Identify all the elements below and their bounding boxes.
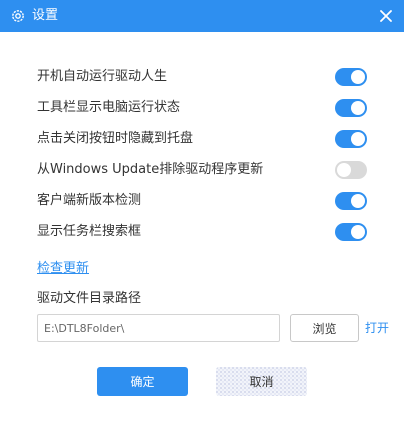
driver-path-input[interactable] (37, 314, 280, 342)
autostart-toggle[interactable] (335, 68, 367, 86)
toggle-knob (351, 70, 365, 84)
setting-label: 点击关闭按钮时隐藏到托盘 (37, 131, 194, 146)
setting-row-taskbar-search: 显示任务栏搜索框 (37, 222, 367, 242)
dialog-title: 设置 (32, 8, 59, 23)
ok-button[interactable]: 确定 (97, 367, 188, 396)
driver-path-label: 驱动文件目录路径 (37, 291, 142, 306)
setting-label: 从Windows Update排除驱动程序更新 (37, 162, 264, 177)
setting-row-version-check: 客户端新版本检测 (37, 191, 367, 211)
gear-icon (10, 8, 26, 24)
title-bar: 设置 (0, 0, 404, 32)
toggle-knob (337, 163, 351, 177)
setting-row-hide-to-tray: 点击关闭按钮时隐藏到托盘 (37, 129, 367, 149)
version-check-toggle[interactable] (335, 192, 367, 210)
toggle-knob (351, 194, 365, 208)
close-icon (380, 7, 392, 26)
toolbar-status-toggle[interactable] (335, 99, 367, 117)
setting-row-exclude-windows-update: 从Windows Update排除驱动程序更新 (37, 160, 367, 180)
setting-label: 工具栏显示电脑运行状态 (37, 100, 181, 115)
check-update-link[interactable]: 检查更新 (37, 259, 89, 279)
exclude-windows-update-toggle[interactable] (335, 161, 367, 179)
toggle-knob (351, 132, 365, 146)
settings-dialog: 设置 开机自动运行驱动人生 工具栏显示电脑运行状态 点击关闭按钮时隐藏到托盘 从… (0, 0, 404, 426)
setting-label: 显示任务栏搜索框 (37, 224, 142, 239)
toggle-knob (351, 101, 365, 115)
setting-label: 客户端新版本检测 (37, 193, 142, 208)
toggle-knob (351, 225, 365, 239)
cancel-button[interactable]: 取消 (216, 367, 307, 396)
hide-to-tray-toggle[interactable] (335, 130, 367, 148)
taskbar-search-toggle[interactable] (335, 223, 367, 241)
setting-row-autostart: 开机自动运行驱动人生 (37, 67, 367, 87)
setting-row-toolbar-status: 工具栏显示电脑运行状态 (37, 98, 367, 118)
cancel-button-label: 取消 (249, 375, 274, 389)
setting-label: 开机自动运行驱动人生 (37, 69, 168, 84)
open-folder-link[interactable]: 打开 (365, 318, 389, 338)
close-button[interactable] (374, 4, 398, 28)
browse-button[interactable]: 浏览 (290, 314, 359, 342)
